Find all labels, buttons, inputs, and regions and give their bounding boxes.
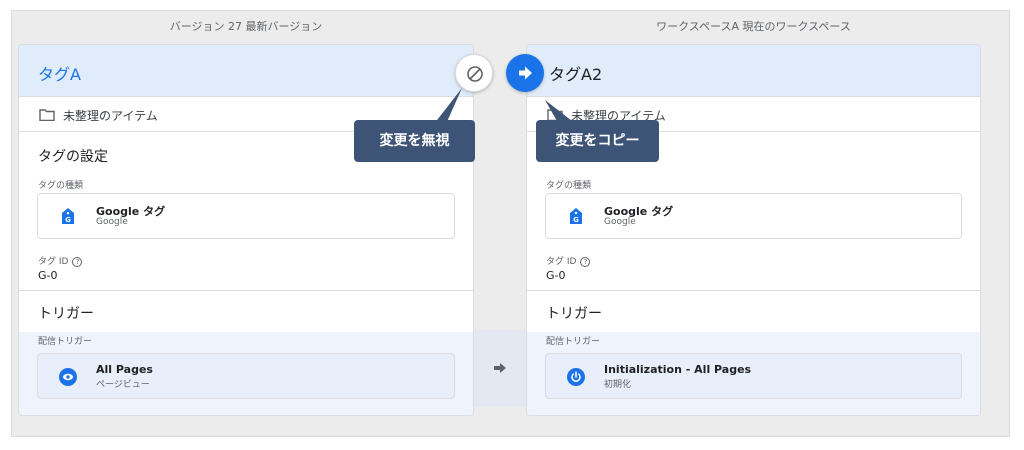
google-tag-icon: G [570,208,582,224]
left-folder-name: 未整理のアイテム [63,109,158,123]
right-divider [527,290,980,291]
copy-change-button[interactable] [506,54,544,92]
right-tag-panel: タグA2 未整理のアイテム タグの種類 G Google タグ Google タ… [526,44,981,416]
left-tag-type-card: G Google タグ Google [37,193,455,239]
svg-text:G: G [65,216,71,224]
right-tag-type-label: タグの種類 [546,181,592,191]
arrow-right-icon [494,363,506,373]
right-tag-id-label: タグ ID? [546,254,591,267]
right-tag-id-label-text: タグ ID [546,257,577,267]
left-title-row: タグA [19,45,473,97]
left-tag-settings-title: タグの設定 [38,149,108,165]
ignore-change-tooltip: 変更を無視 [354,120,475,162]
left-tag-panel: タグA 未整理のアイテム タグの設定 タグの種類 G Google タグ Goo… [18,44,474,416]
left-divider [19,290,473,291]
left-triggers-title: トリガー [38,306,94,322]
google-tag-icon: G [62,208,74,224]
arrow-right-icon [519,66,532,80]
right-title-row: タグA2 [527,45,980,97]
copy-change-tooltip: 変更をコピー [536,120,659,162]
right-tag-type-sub: Google [604,217,636,227]
left-firing-label: 配信トリガー [38,337,93,347]
svg-text:G: G [573,216,579,224]
left-tag-id-label-text: タグ ID [38,257,69,267]
left-trigger-name: All Pages [96,363,153,376]
right-trigger-sub: 初期化 [604,380,632,390]
right-tag-type-card: G Google タグ Google [545,193,962,239]
help-icon[interactable]: ? [580,256,591,267]
left-tag-type-sub: Google [96,217,128,227]
right-tag-name: タグA2 [549,65,603,84]
left-trigger-sub: ページビュー [96,380,150,390]
eye-icon [59,368,77,386]
left-trigger-card: All Pages ページビュー [37,353,455,399]
left-tag-name: タグA [38,65,81,84]
right-workspace-header: ワークスペースA 現在のワークスペース [656,20,851,33]
left-tag-id-value: G-0 [38,269,58,282]
left-tag-id-label: タグ ID? [38,254,83,267]
left-tag-type-label: タグの種類 [38,181,84,191]
power-icon [567,368,585,386]
folder-icon [39,109,55,121]
right-triggers-title: トリガー [546,306,602,322]
right-trigger-name: Initialization - All Pages [604,363,752,376]
right-tag-id-value: G-0 [546,269,566,282]
tooltip-ignore-tail [434,88,462,124]
right-firing-label: 配信トリガー [546,337,601,347]
left-version-header: バージョン 27 最新バージョン [169,20,323,33]
right-trigger-card: Initialization - All Pages 初期化 [545,353,962,399]
help-icon[interactable]: ? [72,256,83,267]
